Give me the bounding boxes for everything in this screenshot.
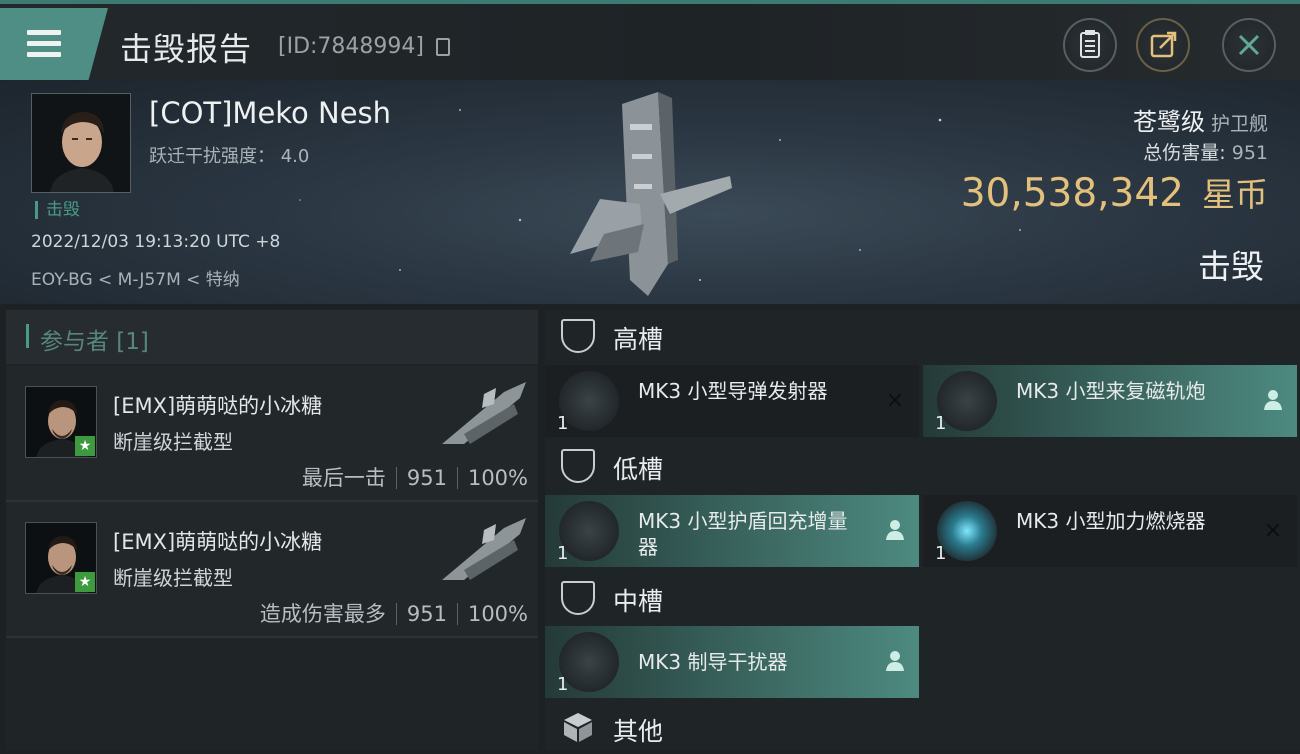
warp-value: 4.0: [280, 146, 310, 167]
participant-role: 造成伤害最多: [259, 602, 386, 626]
isk-value: 30,538,342 星币: [961, 168, 1268, 216]
mid-slot-label: 中槽: [613, 587, 664, 616]
star-icon: ★: [75, 572, 95, 592]
fitting-item[interactable]: 1 MK3 小型来复磁轨炮: [923, 365, 1297, 437]
item-name: MK3 小型加力燃烧器: [1016, 509, 1206, 533]
low-slot-label: 低槽: [613, 455, 664, 484]
fitting-item[interactable]: 1 MK3 小型护盾回充增量器: [545, 495, 919, 567]
destroyed-icon: ×: [1263, 518, 1283, 543]
fitting-item[interactable]: 1 MK3 制导干扰器: [545, 626, 919, 698]
total-damage: 总伤害量: 951: [1143, 138, 1268, 165]
participants-panel: 参与者 [1] ★ [EMX]萌萌哒的小冰糖 断崖级拦截型 最后一击 951 100…: [6, 310, 538, 750]
ship-type: 护卫舰: [1210, 113, 1268, 135]
kill-tag: 击毁: [35, 201, 80, 219]
high-slot-header: 高槽: [545, 310, 1300, 362]
damage-label: 总伤害量:: [1143, 142, 1226, 164]
participant-damage: 951: [406, 602, 447, 626]
kill-location[interactable]: EOY-BG < M-J57M < 特纳: [31, 265, 240, 290]
person-icon-svg: [886, 651, 904, 671]
divider: [395, 603, 397, 625]
participant-name[interactable]: [EMX]萌萌哒的小冰糖: [113, 526, 322, 556]
participant-ship: 断崖级拦截型: [113, 430, 233, 454]
destroyed-icon: ×: [885, 388, 905, 413]
participant-avatar[interactable]: ★: [25, 386, 97, 458]
person-icon-svg: [1264, 390, 1282, 410]
low-slot-icon: [561, 449, 595, 483]
kill-status: 击毁: [1198, 247, 1264, 286]
kill-datetime: 2022/12/03 19:13:20 UTC +8: [31, 232, 281, 252]
participant-stats: 造成伤害最多 951 100%: [260, 598, 528, 628]
mid-slot-header: 中槽: [545, 572, 1300, 624]
cube-icon: [564, 713, 592, 742]
other-label: 其他: [613, 717, 664, 746]
participant-damage: 951: [406, 466, 447, 490]
item-name: MK3 小型来复磁轨炮: [1016, 379, 1206, 403]
star-icon: ★: [75, 436, 95, 456]
participant-row[interactable]: ★ [EMX]萌萌哒的小冰糖 断崖级拦截型 最后一击 951 100%: [6, 366, 538, 502]
damage-value: 951: [1231, 142, 1268, 164]
participant-avatar[interactable]: ★: [25, 522, 97, 594]
fitting-item[interactable]: 1 MK3 小型加力燃烧器 ×: [923, 495, 1297, 567]
menu-icon: [27, 30, 61, 35]
portrait-image: [32, 94, 130, 192]
section-marker: [26, 324, 29, 348]
menu-button[interactable]: [0, 8, 108, 80]
person-icon: [883, 650, 907, 674]
divider: [395, 467, 397, 489]
item-quantity: 1: [557, 674, 569, 695]
copy-id-icon[interactable]: [436, 38, 450, 56]
ship-class-name: 苍鹭级: [1132, 108, 1205, 136]
participant-ship-image: [442, 518, 526, 580]
mid-slot-icon: [561, 581, 595, 615]
divider: [456, 467, 458, 489]
menu-icon-bar: [27, 41, 61, 46]
isk-unit: 星币: [1202, 175, 1268, 214]
victim-panel: [COT]Meko Nesh 跃迁干扰强度： 4.0 击毁 2022/12/03…: [0, 80, 1300, 304]
close-button[interactable]: [1222, 18, 1276, 72]
participants-title: 参与者 [1]: [40, 329, 149, 355]
close-icon: [1238, 34, 1260, 56]
divider: [456, 603, 458, 625]
fitting-panel: 高槽 1 MK3 小型导弹发射器 × 1 MK3 小型来复磁轨炮 低槽 1 MK…: [545, 310, 1300, 750]
item-name: MK3 小型护盾回充增量器: [638, 509, 848, 559]
menu-icon-bar: [27, 52, 61, 57]
item-quantity: 1: [935, 413, 947, 434]
participant-ship-image: [442, 382, 526, 444]
report-button[interactable]: [1063, 18, 1117, 72]
item-quantity: 1: [557, 543, 569, 564]
low-slot-header: 低槽: [545, 440, 1300, 492]
victim-ship-image: [570, 92, 732, 296]
participant-ship: 断崖级拦截型: [113, 566, 233, 590]
item-quantity: 1: [935, 543, 947, 564]
person-icon-svg: [886, 520, 904, 540]
victim-pilot-name[interactable]: [COT]Meko Nesh: [149, 96, 391, 130]
page-title: 击毁报告: [120, 30, 253, 68]
warp-disruption: 跃迁干扰强度： 4.0: [149, 142, 309, 168]
person-icon: [1261, 389, 1285, 413]
top-bar: 击毁报告 [ID:7848994]: [0, 0, 1300, 80]
share-icon: [1150, 31, 1177, 58]
share-button[interactable]: [1136, 18, 1190, 72]
participant-name[interactable]: [EMX]萌萌哒的小冰糖: [113, 390, 322, 420]
item-name: MK3 小型导弹发射器: [638, 379, 828, 403]
report-id: [ID:7848994]: [278, 34, 424, 59]
clipboard-icon: [1080, 30, 1100, 58]
high-slot-label: 高槽: [613, 325, 664, 354]
warp-label: 跃迁干扰强度：: [149, 146, 275, 167]
item-name: MK3 制导干扰器: [638, 650, 788, 674]
person-icon: [883, 519, 907, 543]
isk-amount: 30,538,342: [960, 171, 1184, 216]
high-slot-icon: [561, 319, 595, 353]
victim-avatar[interactable]: [31, 93, 131, 193]
participants-header: 参与者 [1]: [6, 310, 538, 364]
participant-role: 最后一击: [301, 466, 386, 490]
item-quantity: 1: [557, 413, 569, 434]
other-header: 其他: [545, 702, 1300, 754]
participant-stats: 最后一击 951 100%: [302, 462, 528, 492]
participant-percent: 100%: [467, 466, 528, 490]
fitting-item[interactable]: 1 MK3 小型导弹发射器 ×: [545, 365, 919, 437]
participant-percent: 100%: [467, 602, 528, 626]
participant-row[interactable]: ★ [EMX]萌萌哒的小冰糖 断崖级拦截型 造成伤害最多 951 100%: [6, 502, 538, 638]
ship-class[interactable]: 苍鹭级 护卫舰: [1133, 102, 1268, 137]
